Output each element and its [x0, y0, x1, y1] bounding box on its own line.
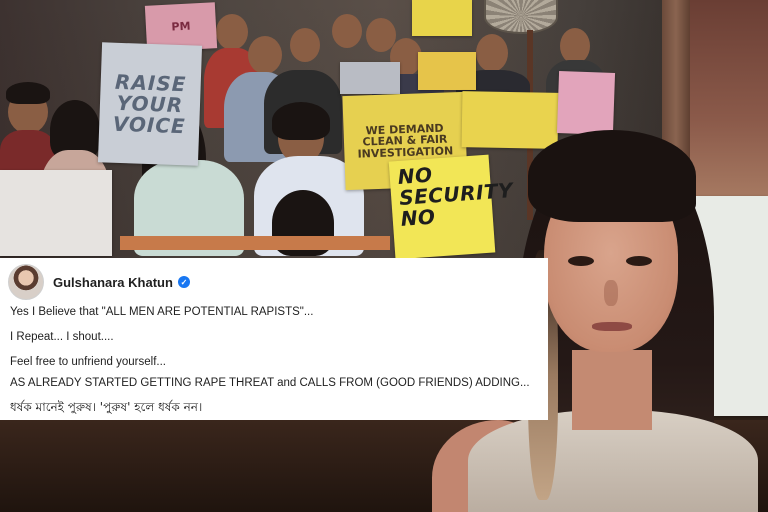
- social-post-card: Gulshanara Khatun ✓ Yes I Believe that "…: [0, 258, 548, 420]
- bench: [120, 236, 390, 250]
- post-text-line: Yes I Believe that "ALL MEN ARE POTENTIA…: [10, 306, 314, 318]
- portrait-eye: [568, 256, 594, 266]
- protester-head: [216, 14, 248, 50]
- portrait-nose: [604, 280, 618, 306]
- ceiling-fan: [484, 0, 558, 34]
- portrait-eye: [626, 256, 652, 266]
- protester-head: [248, 36, 282, 74]
- protester-head: [290, 28, 320, 62]
- placard-bengali: [0, 170, 112, 256]
- portrait-hair-top: [528, 130, 696, 222]
- portrait-lips: [592, 322, 632, 331]
- placard: [412, 0, 472, 36]
- protester-head: [560, 28, 590, 64]
- author-name[interactable]: Gulshanara Khatun ✓: [53, 275, 190, 290]
- placard: [418, 52, 476, 90]
- protester-head: [332, 14, 362, 48]
- author-name-text[interactable]: Gulshanara Khatun: [53, 275, 173, 290]
- protester-head: [476, 34, 508, 72]
- avatar[interactable]: [8, 264, 44, 300]
- verified-badge-icon: ✓: [177, 276, 190, 288]
- protester-hair: [272, 102, 330, 140]
- post-header: Gulshanara Khatun ✓: [8, 264, 190, 300]
- protester-hair: [6, 82, 50, 104]
- portrait-neck: [572, 350, 652, 430]
- post-text-line: AS ALREADY STARTED GETTING RAPE THREAT a…: [10, 377, 530, 389]
- post-text-line: I Repeat... I shout....: [10, 331, 114, 343]
- placard-raise-your-voice: RAISE YOUR VOICE: [97, 42, 203, 166]
- post-text-line: Feel free to unfriend yourself...: [10, 356, 166, 368]
- composite-image: PM RAISE YOUR VOICE WE DEMAND CLEAN & FA…: [0, 0, 768, 512]
- placard: [340, 62, 400, 94]
- placard: [556, 71, 616, 135]
- post-text-line-bengali: ধর্ষক মানেই পুরুষ। 'পুরুষ' হলে ধর্ষক নন।: [10, 400, 203, 414]
